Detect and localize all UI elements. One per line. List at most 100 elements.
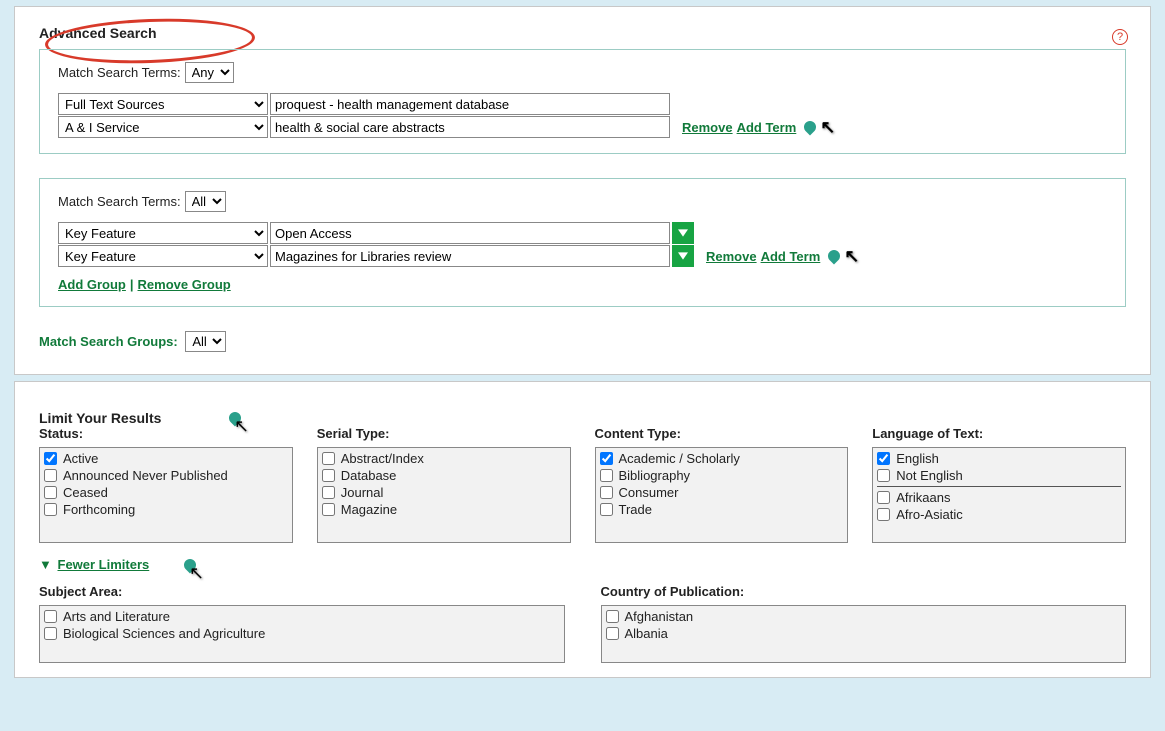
list-item[interactable]: Database (322, 467, 566, 484)
list-item[interactable]: Afghanistan (606, 608, 1122, 625)
help-icon[interactable]: ? (1112, 29, 1128, 45)
serial-type-column: Serial Type: Abstract/IndexDatabase Journ… (317, 426, 571, 543)
checkbox[interactable] (44, 610, 57, 623)
list-item[interactable]: Trade (600, 501, 844, 518)
match-groups-select[interactable]: All (185, 331, 226, 352)
list-item-label: Active (63, 451, 98, 466)
row-actions: Remove Add Term↖ (682, 116, 835, 138)
checkbox[interactable] (606, 610, 619, 623)
checkbox[interactable] (606, 627, 619, 640)
list-item-label: Trade (619, 502, 652, 517)
remove-term-link[interactable]: Remove (682, 120, 733, 135)
search-group: Match Search Terms:AnyFull Text SourcesA… (39, 49, 1126, 154)
language-label: Language of Text: (872, 426, 1126, 441)
status-listbox[interactable]: ActiveAnnounced Never PublishedCeasedFor… (39, 447, 293, 543)
list-item-label: Academic / Scholarly (619, 451, 740, 466)
list-item[interactable]: English (877, 450, 1121, 467)
list-item[interactable]: Abstract/Index (322, 450, 566, 467)
list-item-label: Afghanistan (625, 609, 694, 624)
chevron-down-icon (678, 228, 688, 238)
checkbox[interactable] (877, 469, 890, 482)
match-terms-label: Match Search Terms: (58, 194, 181, 209)
add-term-link[interactable]: Add Term (737, 120, 797, 135)
checkbox[interactable] (600, 452, 613, 465)
list-item-label: Database (341, 468, 397, 483)
value-input[interactable] (270, 222, 670, 244)
annotation-pointer-icon (802, 119, 819, 136)
field-select[interactable]: A & I Service (58, 116, 268, 138)
list-item-label: Bibliography (619, 468, 691, 483)
list-item[interactable]: Arts and Literature (44, 608, 560, 625)
divider (877, 486, 1121, 487)
checkbox[interactable] (600, 469, 613, 482)
list-item[interactable]: Bibliography (600, 467, 844, 484)
checkbox[interactable] (877, 491, 890, 504)
language-listbox[interactable]: EnglishNot English AfrikaansAfro-Asiatic (872, 447, 1126, 543)
remove-group-link[interactable]: Remove Group (138, 277, 231, 292)
status-label: Status: (39, 426, 293, 441)
checkbox[interactable] (322, 452, 335, 465)
add-term-link[interactable]: Add Term (761, 249, 821, 264)
list-item[interactable]: Announced Never Published (44, 467, 288, 484)
checkbox[interactable] (44, 469, 57, 482)
checkbox[interactable] (322, 486, 335, 499)
list-item[interactable]: Consumer (600, 484, 844, 501)
value-input[interactable] (270, 116, 670, 138)
list-item-label: Magazine (341, 502, 397, 517)
limit-results-panel: Limit Your Results ↖ Status: ActiveAnnou… (14, 381, 1151, 678)
checkbox[interactable] (600, 486, 613, 499)
remove-term-link[interactable]: Remove (706, 249, 757, 264)
list-item[interactable]: Academic / Scholarly (600, 450, 844, 467)
match-terms-label: Match Search Terms: (58, 65, 181, 80)
list-item[interactable]: Active (44, 450, 288, 467)
checkbox[interactable] (44, 486, 57, 499)
group-actions: Add Group|Remove Group (58, 277, 1107, 292)
serial-type-label: Serial Type: (317, 426, 571, 441)
subject-area-label: Subject Area: (39, 584, 565, 599)
checkbox[interactable] (600, 503, 613, 516)
fewer-limiters-link[interactable]: Fewer Limiters (58, 557, 150, 572)
list-item[interactable]: Albania (606, 625, 1122, 642)
page-title: Advanced Search (39, 25, 1126, 41)
field-select[interactable]: Key Feature (58, 245, 268, 267)
value-dropdown-button[interactable] (672, 222, 694, 244)
list-item-label: Ceased (63, 485, 108, 500)
checkbox[interactable] (322, 469, 335, 482)
match-terms-select[interactable]: Any (185, 62, 234, 83)
list-item-label: Journal (341, 485, 384, 500)
list-item[interactable]: Biological Sciences and Agriculture (44, 625, 560, 642)
extra-limit-columns: Subject Area: Arts and LiteratureBiologi… (39, 584, 1126, 663)
value-dropdown-button[interactable] (672, 245, 694, 267)
list-item[interactable]: Magazine (322, 501, 566, 518)
checkbox[interactable] (322, 503, 335, 516)
country-listbox[interactable]: AfghanistanAlbania (601, 605, 1127, 663)
list-item-label: Arts and Literature (63, 609, 170, 624)
checkbox[interactable] (877, 452, 890, 465)
list-item[interactable]: Not English (877, 467, 1121, 484)
value-input[interactable] (270, 245, 670, 267)
add-group-link[interactable]: Add Group (58, 277, 126, 292)
list-item-label: Afrikaans (896, 490, 950, 505)
list-item[interactable]: Afrikaans (877, 489, 1121, 506)
checkbox[interactable] (44, 503, 57, 516)
list-item[interactable]: Ceased (44, 484, 288, 501)
field-select[interactable]: Full Text Sources (58, 93, 268, 115)
limit-title: Limit Your Results (39, 410, 161, 426)
subject-area-listbox[interactable]: Arts and LiteratureBiological Sciences a… (39, 605, 565, 663)
list-item[interactable]: Journal (322, 484, 566, 501)
language-column: Language of Text: EnglishNot English Afri… (872, 426, 1126, 543)
cursor-icon: ↖ (844, 246, 859, 267)
match-groups-label: Match Search Groups: (39, 334, 178, 349)
field-select[interactable]: Key Feature (58, 222, 268, 244)
match-groups-row: Match Search Groups: All (39, 331, 1126, 352)
value-input[interactable] (270, 93, 670, 115)
checkbox[interactable] (877, 508, 890, 521)
list-item[interactable]: Forthcoming (44, 501, 288, 518)
checkbox[interactable] (44, 627, 57, 640)
serial-type-listbox[interactable]: Abstract/IndexDatabase Journal Magazine (317, 447, 571, 543)
chevron-down-icon (678, 251, 688, 261)
content-type-listbox[interactable]: Academic / Scholarly BibliographyConsumer… (595, 447, 849, 543)
list-item[interactable]: Afro-Asiatic (877, 506, 1121, 523)
match-terms-select[interactable]: All (185, 191, 226, 212)
checkbox[interactable] (44, 452, 57, 465)
